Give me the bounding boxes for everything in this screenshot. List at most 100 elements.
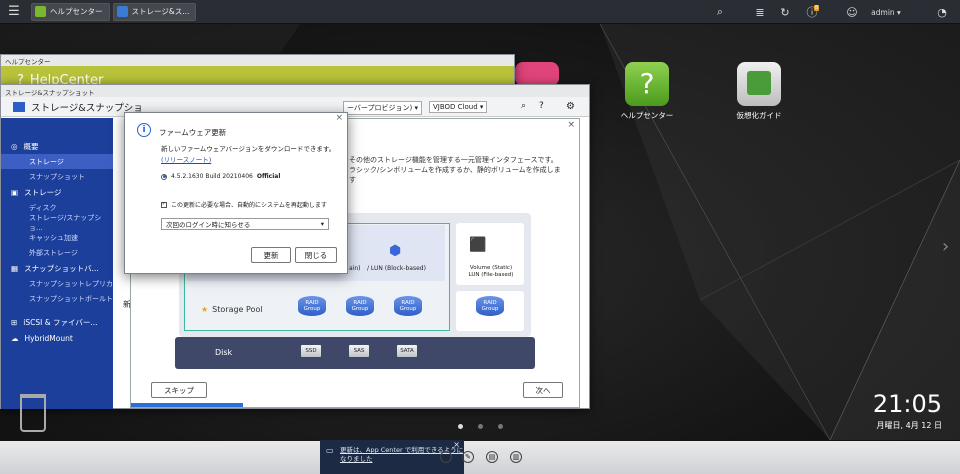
storage-sidebar: ◎ 概要 ストレージ スナップショット ▣ ストレージ ディスク ストレージ/スナッ… (1, 118, 113, 409)
restart-option-label: この更新に必要な場合、自動的にシステムを再起動します (171, 202, 327, 209)
user-menu[interactable]: admin ▾ (866, 0, 906, 24)
user-icon[interactable]: ☺ (842, 0, 862, 24)
clock-date: 月曜日, 4月 12 日 (876, 421, 942, 430)
sidebar-group-iscsi[interactable]: ⊞ iSCSI & ファイバー... (1, 314, 113, 330)
volume-static-label: Volume (Static) (469, 265, 513, 271)
virtualization-guide-icon[interactable] (737, 62, 781, 106)
bottom-dock (0, 441, 960, 474)
trash-icon[interactable] (20, 394, 46, 432)
close-button[interactable]: 閉じる (295, 247, 337, 263)
overview-icon: ◎ (11, 141, 18, 151)
wizard-desc-line: その他のストレージ機能を管理する一元管理インタフェースです。 (349, 156, 558, 164)
disk-type-sas: SAS (349, 345, 369, 357)
window-title: ストレージ&スナップショット (1, 85, 589, 97)
dialog-message: 新しいファームウェアバージョンをダウンロードできます。 (161, 145, 336, 153)
storage-pool-label: Storage Pool (212, 305, 263, 314)
sidebar-item-snapshot[interactable]: スナップショット (1, 169, 113, 184)
helpcenter-small-icon (35, 6, 46, 17)
taskbar-tab-label: ヘルプセンター (50, 7, 103, 16)
tools-dock-icon[interactable]: ✎ (462, 451, 474, 463)
notification-icon[interactable]: ⓘ 8 (802, 0, 822, 24)
sidebar-item-storage-snapshot[interactable]: ストレージ/スナップショ... (1, 214, 113, 232)
lun-block-icon: ⬢ (389, 243, 402, 259)
star-icon: ★ (201, 305, 209, 314)
disk-label: Disk (215, 348, 233, 357)
window-title: ヘルプセンター (1, 55, 514, 66)
cloud-icon: ☁ (11, 333, 19, 343)
update-button[interactable]: 更新 (251, 247, 291, 263)
sidebar-item-external[interactable]: 外部ストレージ (1, 245, 113, 260)
search-icon[interactable]: ⌕ (710, 0, 730, 24)
storage-small-icon (116, 6, 128, 17)
version-radio[interactable] (161, 173, 167, 180)
app-center-icon[interactable] (515, 62, 559, 86)
next-button[interactable]: 次へ (523, 382, 563, 398)
page-dot[interactable] (478, 424, 483, 429)
close-icon[interactable]: × (335, 113, 343, 123)
taskbar-tab-helpcenter[interactable]: ヘルプセンター (31, 2, 110, 21)
background-task-icon[interactable]: ≣ (750, 0, 770, 24)
release-notes-link[interactable]: (リリースノート) (161, 154, 211, 164)
cube-icon (747, 71, 771, 95)
desktop-icon-label: ヘルプセンター (620, 111, 674, 120)
dialog-title: ファームウェア更新 (159, 128, 227, 137)
provision-dropdown[interactable]: ーバープロビジョン) ▾ (343, 101, 422, 115)
clock-time: 21:05 (872, 390, 942, 418)
sync-icon[interactable]: ↻ (775, 0, 795, 24)
chevron-down-icon: ▾ (320, 220, 324, 228)
app-center-dock-icon[interactable]: ◎ (440, 451, 452, 463)
sidebar-group-storage[interactable]: ▣ ストレージ (1, 184, 113, 200)
storage-app-icon (13, 101, 25, 112)
window-dock-icon[interactable]: ▤ (486, 451, 498, 463)
restart-checkbox[interactable]: ✓ (161, 201, 167, 208)
next-page-arrow-icon[interactable]: › (942, 236, 949, 257)
question-mark-icon: ? (639, 67, 655, 100)
wizard-desc-line: す (349, 176, 356, 184)
raid-group-static: RAID Group (475, 296, 505, 322)
storage-icon: ▣ (11, 187, 19, 197)
raid-group-3: RAID Group (393, 296, 423, 322)
remind-select[interactable]: 次回のログイン時に知らせる ▾ (161, 218, 329, 230)
helpcenter-app-icon[interactable]: ? (625, 62, 669, 106)
snapshot-icon: ▦ (11, 263, 19, 273)
version-suffix: Official (256, 173, 281, 180)
page-dot-active[interactable] (458, 424, 463, 429)
taskbar-tab-storage[interactable]: ストレージ&ス... (112, 2, 197, 21)
sidebar-group-snapshot[interactable]: ▦ スナップショットバ... (1, 260, 113, 276)
firmware-update-dialog: × i ファームウェア更新 新しいファームウェアバージョンをダウンロードできます… (124, 112, 348, 274)
close-icon[interactable]: × (567, 120, 575, 130)
disk-type-ssd: SSD (301, 345, 321, 357)
vjbod-cloud-dropdown[interactable]: VJBOD Cloud ▾ (429, 101, 488, 113)
search-icon[interactable]: ⌕ (521, 101, 526, 111)
sidebar-item-snapshot-vault[interactable]: スナップショットボールト (1, 291, 113, 306)
disk-type-sata: SATA (397, 345, 417, 357)
sidebar-group-hybridmount[interactable]: ☁ HybridMount (1, 330, 113, 346)
dashboard-icon[interactable]: ◔ (930, 0, 954, 24)
lun-file-label: LUN (File-based) (468, 272, 514, 278)
page-dot[interactable] (498, 424, 503, 429)
message-icon: ▭ (326, 446, 334, 455)
version-text: 4.5.2.1630 Build 20210406 (171, 173, 253, 180)
volume-static-icon: ⬛ (469, 237, 487, 253)
remind-select-value: 次回のログイン時に知らせる (166, 221, 251, 229)
raid-group-1: RAID Group (297, 296, 327, 322)
info-icon: i (137, 123, 151, 137)
settings-dock-icon[interactable]: ▥ (510, 451, 522, 463)
iscsi-icon: ⊞ (11, 317, 18, 327)
gear-icon[interactable]: ⚙ (566, 101, 575, 112)
lun-block-label: / LUN (Block-based) (367, 265, 426, 272)
taskbar: ☰ ヘルプセンター ストレージ&ス... ⌕ ≣ ↻ ⓘ 8 ☺ admin ▾… (0, 0, 960, 24)
main-menu-icon[interactable]: ☰ (0, 0, 28, 24)
help-icon[interactable]: ? (539, 101, 544, 111)
sidebar-item-snapshot-replica[interactable]: スナップショットレプリカ (1, 276, 113, 291)
taskbar-tab-label: ストレージ&ス... (131, 7, 190, 16)
sidebar-group-overview[interactable]: ◎ 概要 (1, 138, 113, 154)
notification-badge: 8 (814, 5, 820, 11)
desktop-icon-label: 仮想化ガイド (736, 111, 782, 120)
wizard-desc-line: ラシック/シンボリュームを作成するか、静的ボリュームを作成しま (349, 166, 561, 174)
raid-group-2: RAID Group (345, 296, 375, 322)
skip-button[interactable]: スキップ (151, 382, 207, 398)
sidebar-item-storage[interactable]: ストレージ (1, 154, 113, 169)
wizard-progress-bar (131, 403, 243, 407)
lun-fragment: ain) (349, 265, 361, 272)
